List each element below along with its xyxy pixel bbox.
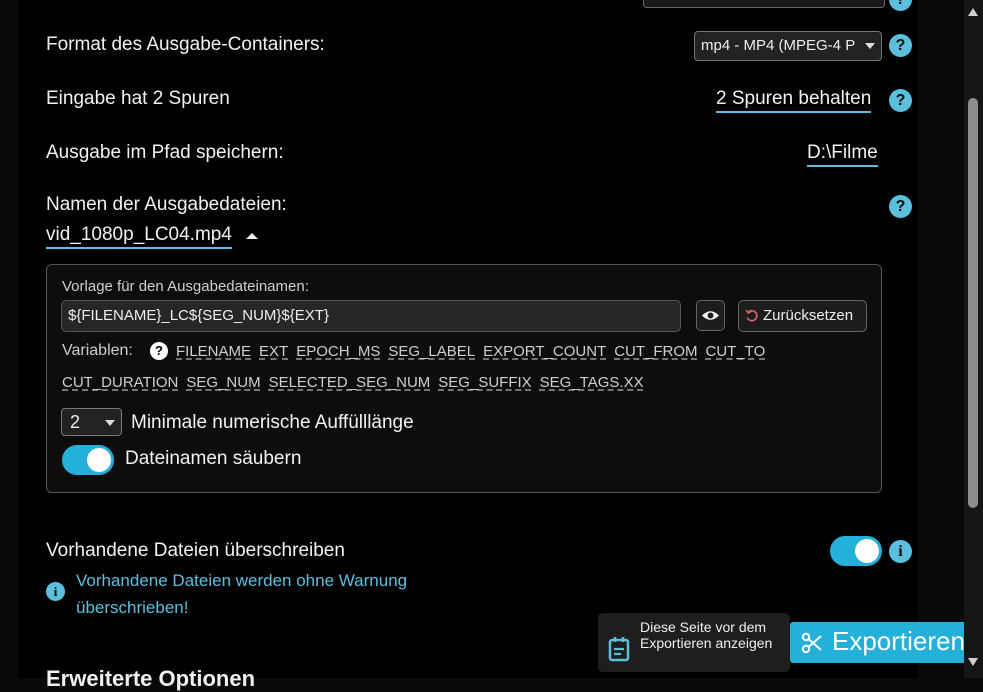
scissors-icon <box>801 632 822 654</box>
toggle-knob <box>855 539 879 563</box>
format-select-value: mp4 - MP4 (MPEG-4 P <box>701 37 856 54</box>
chevron-down-icon <box>865 43 875 49</box>
variables-line-1: FILENAME EXT EPOCH_MS SEG_LABEL EXPORT_C… <box>176 343 765 360</box>
variable-cut-from[interactable]: CUT_FROM <box>614 343 697 360</box>
chevron-down-icon <box>105 420 115 426</box>
show-page-before-export-label: Diese Seite vor dem Exportieren anzeigen <box>640 619 773 651</box>
export-label: Exportieren <box>832 626 965 656</box>
variable-epoch-ms[interactable]: EPOCH_MS <box>296 343 380 360</box>
tracks-help-icon[interactable]: ? <box>889 89 912 112</box>
warning-info-icon: i <box>46 582 65 601</box>
variable-export-count[interactable]: EXPORT_COUNT <box>483 343 606 360</box>
padding-select-value: 2 <box>70 412 81 432</box>
show-page-before-export-toggle[interactable]: Diese Seite vor dem Exportieren anzeigen <box>598 613 790 672</box>
variable-seg-num[interactable]: SEG_NUM <box>186 374 260 391</box>
toggle-preview-button[interactable] <box>696 300 725 331</box>
scrollbar[interactable] <box>964 0 983 678</box>
chevron-up-icon[interactable] <box>246 233 258 239</box>
reset-template-label: Zurücksetzen <box>763 307 854 324</box>
overwrite-toggle[interactable] <box>830 536 882 566</box>
variable-seg-suffix[interactable]: SEG_SUFFIX <box>438 374 531 391</box>
padding-select[interactable]: 2 <box>61 408 122 436</box>
variable-selected-seg-num[interactable]: SELECTED_SEG_NUM <box>269 374 431 391</box>
variables-label: Variablen: <box>62 342 133 359</box>
export-button[interactable]: Exportieren <box>790 622 976 663</box>
overwrite-label: Vorhandene Dateien überschreiben <box>46 540 345 561</box>
tracks-button[interactable]: 2 Spuren behalten <box>716 88 872 113</box>
toggle-knob <box>87 448 111 472</box>
format-label: Format des Ausgabe-Containers: <box>46 34 325 55</box>
variables-line-2: CUT_DURATION SEG_NUM SELECTED_SEG_NUM SE… <box>62 374 644 391</box>
eye-icon <box>702 311 719 320</box>
sanitize-toggle[interactable] <box>62 445 114 475</box>
sanitize-label: Dateinamen säubern <box>125 448 302 469</box>
tracks-label: Eingabe hat 2 Spuren <box>46 88 230 109</box>
previous-row-select[interactable] <box>643 0 885 8</box>
variable-seg-tags[interactable]: SEG_TAGS.XX <box>540 374 644 391</box>
reset-icon <box>745 309 758 322</box>
variable-cut-duration[interactable]: CUT_DURATION <box>62 374 178 391</box>
variable-ext[interactable]: EXT <box>259 343 288 360</box>
output-path-label: Ausgabe im Pfad speichern: <box>46 142 284 163</box>
template-title: Vorlage für den Ausgabedateinamen: <box>62 278 309 295</box>
calendar-icon <box>608 637 630 662</box>
output-names-label: Namen der Ausgabedateien: <box>46 194 287 215</box>
output-filename-toggle[interactable]: vid_1080p_LC04.mp4 <box>46 224 232 249</box>
scroll-up-arrow[interactable] <box>968 8 978 16</box>
overwrite-info-icon[interactable]: i <box>889 540 912 563</box>
padding-label: Minimale numerische Auffülllänge <box>131 412 414 433</box>
reset-template-button[interactable]: Zurücksetzen <box>738 300 867 332</box>
format-select[interactable]: mp4 - MP4 (MPEG-4 P <box>694 31 882 61</box>
variables-help-icon[interactable]: ? <box>150 342 168 360</box>
scrollbar-thumb[interactable] <box>968 98 978 508</box>
format-help-icon[interactable]: ? <box>889 34 912 57</box>
scroll-down-arrow[interactable] <box>968 658 978 666</box>
template-input[interactable]: ${FILENAME}_LC${SEG_NUM}${EXT} <box>61 300 681 332</box>
variable-seg-label[interactable]: SEG_LABEL <box>388 343 475 360</box>
variable-cut-to[interactable]: CUT_TO <box>706 343 766 360</box>
output-path-button[interactable]: D:\Filme <box>807 142 878 167</box>
variable-filename[interactable]: FILENAME <box>176 343 251 360</box>
output-names-help-icon[interactable]: ? <box>889 195 912 218</box>
template-input-value: ${FILENAME}_LC${SEG_NUM}${EXT} <box>68 307 329 324</box>
overwrite-warning-text: Vorhandene Dateien werden ohne Warnung ü… <box>76 571 408 617</box>
advanced-options-heading: Erweiterte Optionen <box>46 666 256 691</box>
